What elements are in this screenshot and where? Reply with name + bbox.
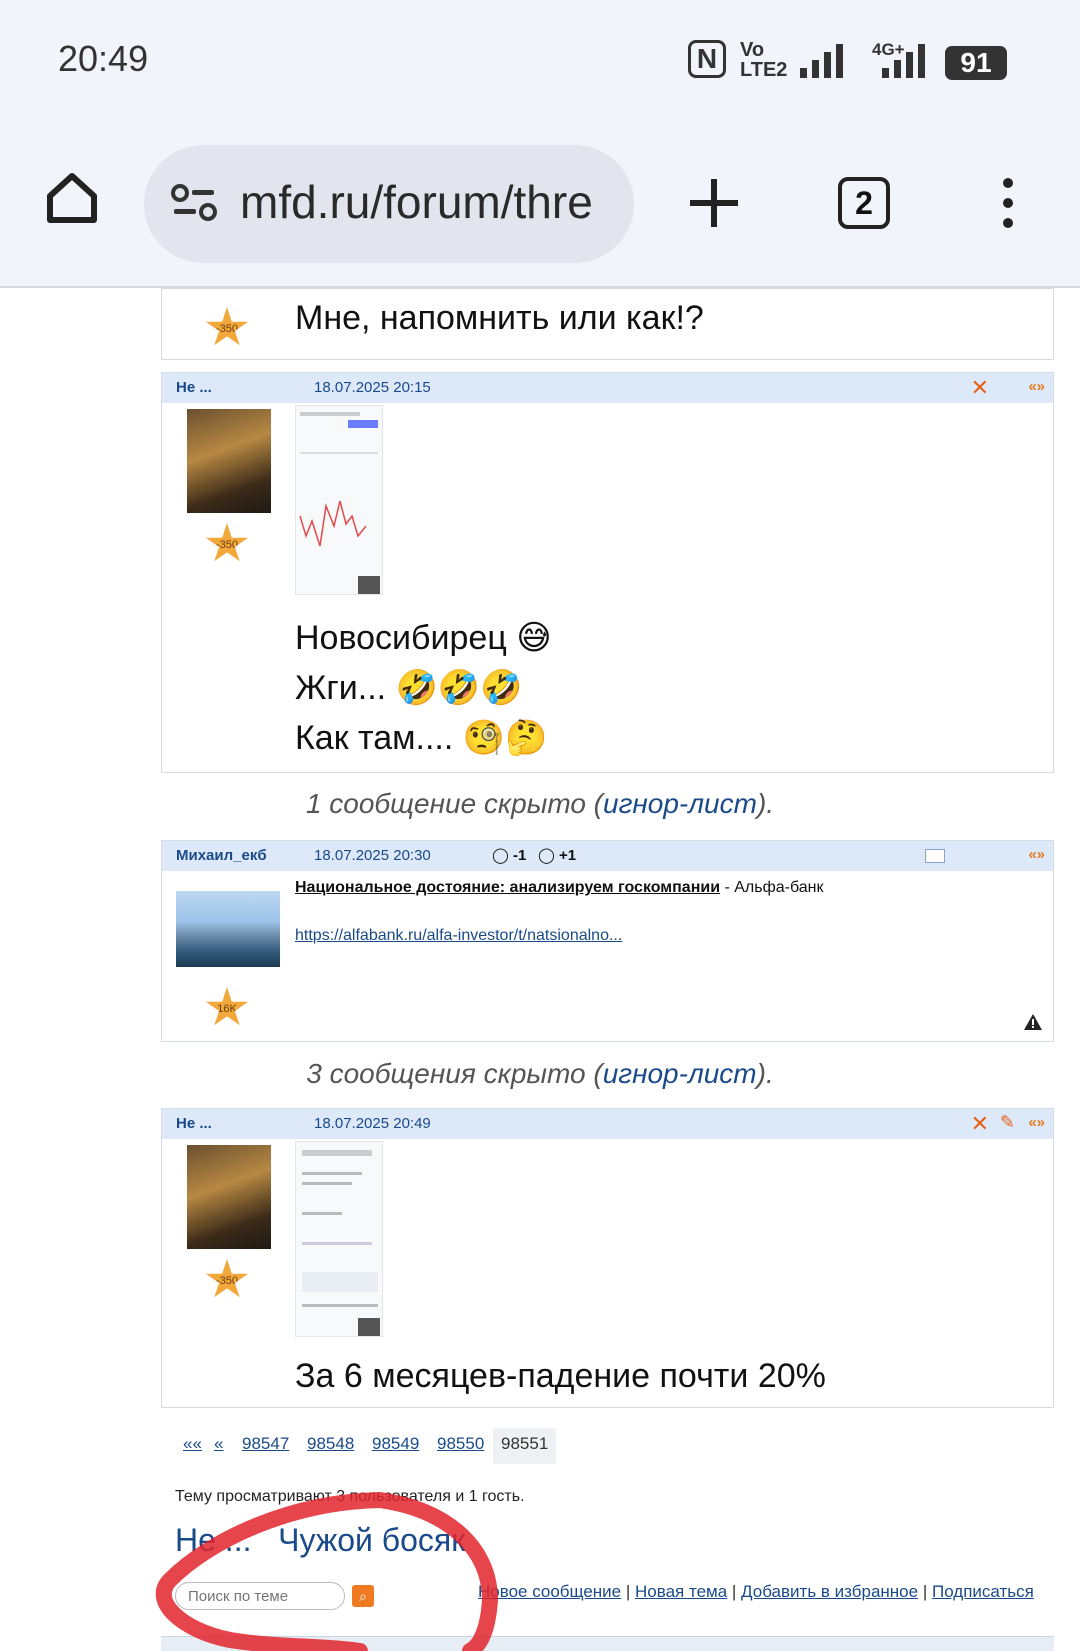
avatar[interactable]: [176, 891, 280, 967]
author-link[interactable]: Не ...: [176, 1115, 212, 1132]
menu-icon[interactable]: [996, 177, 1020, 229]
pager-first[interactable]: ««: [175, 1428, 210, 1464]
new-tab-icon[interactable]: [688, 177, 740, 229]
rating-star: 16K: [205, 987, 249, 1026]
address-bar[interactable]: mfd.ru/forum/thre: [144, 145, 634, 263]
post-header: Михаил_екб 18.07.2025 20:30 ◯ -1 ◯ +1 «»: [162, 841, 1053, 871]
red-annotation-stroke: [155, 1492, 499, 1651]
hidden-messages-note: 3 сообщения скрыто (игнор-лист).: [306, 1058, 774, 1089]
tab-switcher-button[interactable]: 2: [838, 177, 890, 229]
site-settings-icon[interactable]: [170, 183, 218, 223]
image-thumbnail[interactable]: [295, 405, 383, 595]
signal-icon: [800, 44, 843, 78]
author-link[interactable]: Михаил_екб: [176, 847, 267, 864]
add-favorite-link[interactable]: Добавить в избранное: [741, 1582, 918, 1601]
footer-links: Новое сообщение | Новая тема | Добавить …: [478, 1582, 1034, 1601]
pager-page[interactable]: 98547: [234, 1428, 297, 1464]
volte-icon: Vo LTE2: [740, 39, 788, 81]
rating-star: -350: [205, 523, 249, 562]
news-icon: [925, 849, 945, 863]
article-title-link[interactable]: Национальное достояние: анализируем госк…: [295, 879, 720, 896]
quote-nav-link[interactable]: «»: [1028, 1114, 1045, 1131]
post-3: Не ... 18.07.2025 20:49 ✕ ✎ «» -350 За 6…: [161, 1108, 1054, 1408]
pager-current-page: 98551: [493, 1428, 557, 1464]
post-date[interactable]: 18.07.2025 20:30: [314, 847, 431, 864]
nfc-icon: N: [688, 40, 726, 78]
delete-icon[interactable]: ✕: [971, 375, 989, 401]
post-date[interactable]: 18.07.2025 20:49: [314, 1115, 431, 1132]
screenshot-preview: [302, 1150, 380, 1336]
clock: 20:49: [58, 38, 149, 79]
ignore-list-link[interactable]: игнор-лист: [603, 1058, 757, 1089]
rating-star: -350: [205, 1259, 249, 1298]
avatar[interactable]: [187, 409, 271, 513]
post-1: Не ... 18.07.2025 20:15 ✕ «» -350 Новоси…: [161, 372, 1054, 773]
home-icon[interactable]: [44, 170, 100, 226]
post-text: Мне, напомнить или как!?: [295, 299, 704, 337]
pager-page[interactable]: 98548: [299, 1428, 362, 1464]
quote-nav-link[interactable]: «»: [1028, 846, 1045, 863]
battery-icon: 91: [945, 46, 1007, 80]
browser-toolbar: mfd.ru/forum/thre 2: [0, 125, 1080, 288]
image-thumbnail[interactable]: [295, 1141, 383, 1337]
url-text: mfd.ru/forum/thre: [240, 176, 593, 228]
link-title-line: Национальное достояние: анализируем госк…: [295, 879, 824, 896]
chart-preview: [299, 412, 380, 594]
new-topic-link[interactable]: Новая тема: [635, 1582, 727, 1601]
quote-nav-link[interactable]: «»: [1028, 378, 1045, 395]
article-url-link[interactable]: https://alfabank.ru/alfa-investor/t/nats…: [295, 927, 622, 945]
signal-2-icon: [882, 44, 925, 78]
post-header: Не ... 18.07.2025 20:15 ✕ «»: [162, 373, 1053, 403]
subscribe-link[interactable]: Подписаться: [932, 1582, 1034, 1601]
edit-icon[interactable]: ✎: [1000, 1112, 1015, 1133]
avatar[interactable]: [187, 1145, 271, 1249]
hidden-messages-note: 1 сообщение скрыто (игнор-лист).: [305, 788, 775, 819]
delete-icon[interactable]: ✕: [971, 1111, 989, 1137]
vote-plus[interactable]: ◯ +1: [538, 846, 576, 864]
author-link[interactable]: Не ...: [176, 379, 212, 396]
pager-page[interactable]: 98550: [429, 1428, 492, 1464]
ignore-list-link[interactable]: игнор-лист: [603, 788, 757, 819]
vote-minus[interactable]: ◯ -1: [492, 846, 526, 864]
post-2: Михаил_екб 18.07.2025 20:30 ◯ -1 ◯ +1 «»…: [161, 840, 1054, 1042]
post-text: Новосибирец 😅 Жги... 🤣🤣🤣 Как там.... 🧐🤔: [295, 619, 552, 757]
status-bar: 20:49 N Vo LTE2 4G+ 91: [0, 0, 1080, 125]
post-text: За 6 месяцев-падение почти 20%: [295, 1357, 826, 1395]
warning-icon[interactable]: [1023, 1013, 1043, 1031]
rating-star: -350: [205, 307, 249, 346]
post-header: Не ... 18.07.2025 20:49 ✕ ✎ «»: [162, 1109, 1053, 1139]
pager-page[interactable]: 98549: [364, 1428, 427, 1464]
post-top: -350 Мне, напомнить или как!?: [161, 288, 1054, 360]
post-date[interactable]: 18.07.2025 20:15: [314, 379, 431, 396]
pager-prev[interactable]: «: [206, 1428, 231, 1464]
